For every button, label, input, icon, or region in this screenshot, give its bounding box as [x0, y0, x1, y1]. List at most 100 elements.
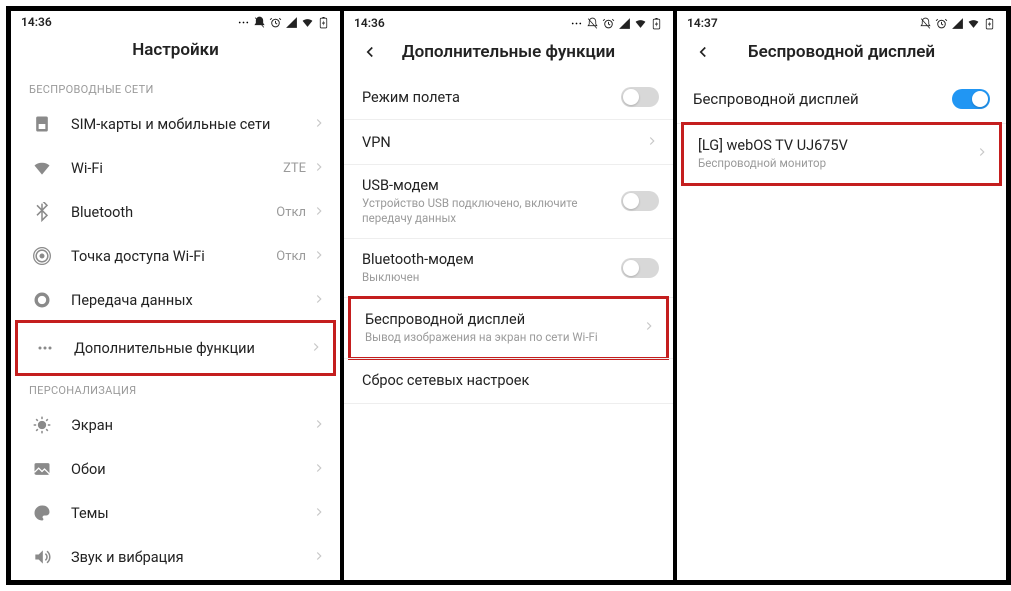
chevron-right-icon	[642, 318, 656, 337]
dots-icon	[237, 16, 250, 29]
settings-item-themes[interactable]: Темы	[11, 491, 340, 535]
section-header-wireless: БЕСПРОВОДНЫЕ СЕТИ	[11, 73, 340, 102]
phone-screen-3: 14:37 Беспроводной дисплей Беспроводной …	[677, 11, 1006, 580]
item-label: Wi-Fi	[71, 160, 283, 177]
chevron-right-icon	[309, 339, 323, 358]
page-title: Настройки	[25, 40, 326, 60]
item-label: Передача данных	[71, 292, 312, 309]
item-wireless-display[interactable]: Беспроводной дисплей Вывод изображения н…	[351, 299, 666, 357]
battery-icon	[983, 17, 996, 30]
item-label: Bluetooth-модем	[362, 251, 621, 268]
back-button[interactable]	[691, 43, 715, 61]
settings-item-wallpaper[interactable]: Обои	[11, 447, 340, 491]
item-value: Откл	[276, 249, 306, 264]
page-title: Беспроводной дисплей	[715, 42, 968, 62]
settings-item-sound[interactable]: Звук и вибрация	[11, 535, 340, 579]
item-sub: Вывод изображения на экран по сети Wi-Fi	[365, 330, 642, 345]
sound-icon	[29, 544, 55, 570]
device-name: [LG] webOS TV UJ675V	[698, 137, 975, 154]
wifi-icon	[301, 16, 314, 29]
wifi-icon	[634, 17, 647, 30]
chevron-right-icon	[312, 115, 326, 134]
signal-icon	[618, 17, 631, 30]
sim-icon	[29, 111, 55, 137]
item-label: Сброс сетевых настроек	[362, 372, 659, 389]
device-sub: Беспроводной монитор	[698, 156, 975, 171]
settings-item-wifi[interactable]: Wi-Fi ZTE	[11, 146, 340, 190]
alarm-icon	[269, 16, 282, 29]
item-sub: Устройство USB подключено, включите пере…	[362, 196, 621, 226]
settings-item-more[interactable]: Дополнительные функции	[18, 323, 333, 373]
airplane-toggle[interactable]	[621, 87, 659, 107]
item-reset-network[interactable]: Сброс сетевых настроек	[344, 359, 673, 403]
item-label: VPN	[362, 134, 645, 151]
status-time: 14:36	[21, 15, 52, 29]
chevron-right-icon	[312, 548, 326, 567]
item-usb-modem[interactable]: USB-модем Устройство USB подключено, вкл…	[344, 165, 673, 238]
item-airplane[interactable]: Режим полета	[344, 75, 673, 119]
status-bar: 14:36	[11, 11, 340, 31]
back-button[interactable]	[358, 43, 382, 61]
status-icons	[237, 16, 330, 29]
page-title: Дополнительные функции	[382, 42, 635, 62]
alarm-icon	[602, 17, 615, 30]
item-label: Беспроводной дисплей	[365, 311, 642, 328]
hotspot-icon	[29, 243, 55, 269]
status-time: 14:37	[687, 16, 718, 30]
item-label: Темы	[71, 505, 312, 522]
item-vpn[interactable]: VPN	[344, 120, 673, 164]
display-icon	[29, 412, 55, 438]
phone-screen-2: 14:36 Дополнительные функции Режим полет…	[344, 11, 673, 580]
highlighted-item: [LG] webOS TV UJ675V Беспроводной монито…	[681, 122, 1002, 186]
settings-item-data[interactable]: Передача данных	[11, 278, 340, 322]
status-bar: 14:36	[344, 11, 673, 33]
toggle-label: Беспроводной дисплей	[693, 90, 952, 108]
bell-off-icon	[586, 17, 599, 30]
status-icons	[570, 17, 663, 30]
chevron-right-icon	[312, 159, 326, 178]
bluetooth-icon	[29, 199, 55, 225]
settings-item-sim[interactable]: SIM-карты и мобильные сети	[11, 102, 340, 146]
battery-icon	[317, 16, 330, 29]
item-label: Звук и вибрация	[71, 549, 312, 566]
item-bt-modem[interactable]: Bluetooth-модем Выключен	[344, 239, 673, 297]
wireless-display-toggle[interactable]	[952, 89, 990, 109]
settings-item-display[interactable]: Экран	[11, 403, 340, 447]
header: Настройки	[11, 31, 340, 73]
status-time: 14:36	[354, 16, 385, 30]
palette-icon	[29, 500, 55, 526]
signal-icon	[951, 17, 964, 30]
wifi-icon	[29, 155, 55, 181]
section-header-system: СИСТЕМА И УСТРОЙСТВО	[11, 579, 340, 580]
more-icon	[32, 335, 58, 361]
highlighted-item: Дополнительные функции	[15, 320, 336, 376]
image-icon	[29, 456, 55, 482]
bt-toggle[interactable]	[621, 258, 659, 278]
phone-screen-1: 14:36 Настройки БЕСПРОВОДНЫЕ СЕТИ SIM-ка…	[11, 11, 340, 580]
item-sub: Выключен	[362, 270, 621, 285]
item-label: Bluetooth	[71, 204, 276, 221]
bell-off-icon	[253, 16, 266, 29]
data-icon	[29, 287, 55, 313]
settings-item-hotspot[interactable]: Точка доступа Wi-Fi Откл	[11, 234, 340, 278]
dots-icon	[570, 17, 583, 30]
wifi-icon	[967, 17, 980, 30]
settings-item-bluetooth[interactable]: Bluetooth Откл	[11, 190, 340, 234]
wireless-display-toggle-row[interactable]: Беспроводной дисплей	[677, 75, 1006, 123]
status-icons	[919, 17, 996, 30]
alarm-icon	[935, 17, 948, 30]
bell-off-icon	[919, 17, 932, 30]
chevron-right-icon	[312, 247, 326, 266]
item-label: Режим полета	[362, 89, 621, 106]
usb-toggle[interactable]	[621, 191, 659, 211]
device-item[interactable]: [LG] webOS TV UJ675V Беспроводной монито…	[684, 125, 999, 183]
item-label: Обои	[71, 461, 312, 478]
chevron-right-icon	[312, 203, 326, 222]
item-label: SIM-карты и мобильные сети	[71, 116, 312, 133]
header: Дополнительные функции	[344, 33, 673, 75]
item-label: Точка доступа Wi-Fi	[71, 248, 276, 265]
chevron-right-icon	[975, 144, 989, 163]
battery-icon	[650, 17, 663, 30]
item-label: Дополнительные функции	[74, 340, 309, 357]
chevron-right-icon	[312, 291, 326, 310]
